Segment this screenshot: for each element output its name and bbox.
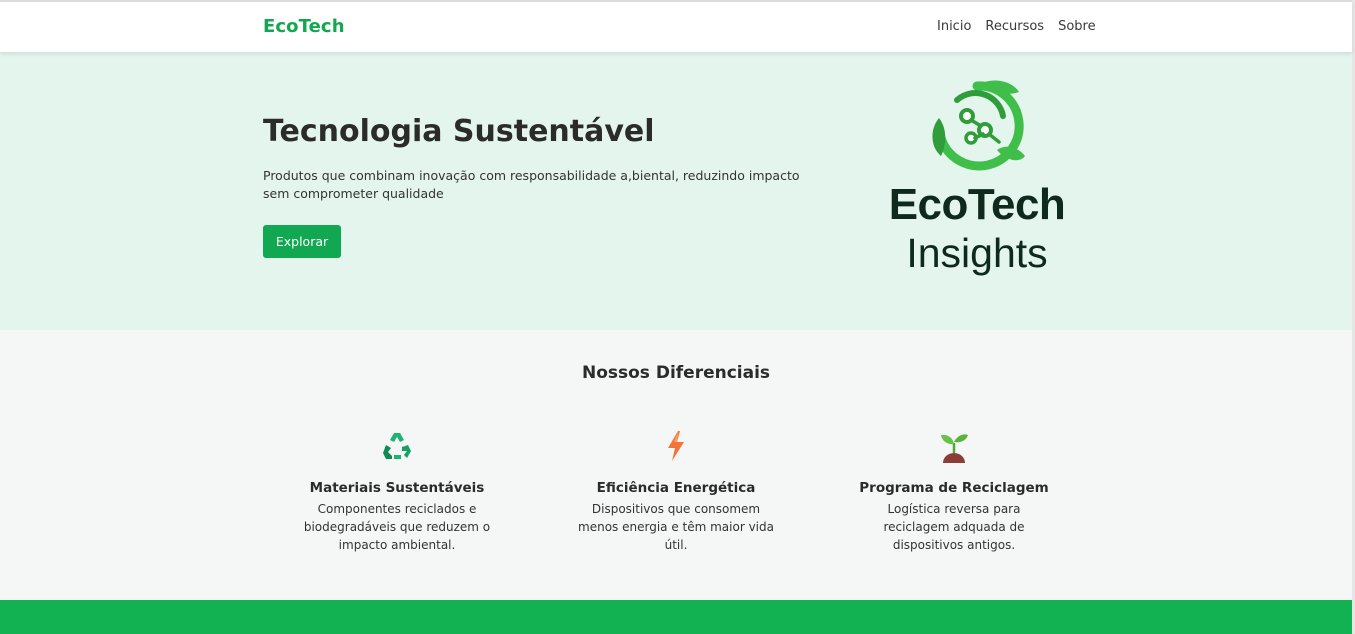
section-title: Nossos Diferenciais xyxy=(581,363,771,383)
nav-links: Inicio Recursos Sobre xyxy=(937,19,1096,34)
logo-wordmark-ecotech: EcoTech xyxy=(888,180,1066,229)
footer xyxy=(0,600,1352,634)
hero-title: Tecnologia Sustentável xyxy=(263,114,655,149)
logo-wordmark-insights: Insights xyxy=(906,230,1048,276)
feature-card-recycling-program: Programa de Reciclagem Logística reversa… xyxy=(834,429,1074,554)
feature-card-energy: Eficiência Energética Dispositivos que c… xyxy=(556,429,796,554)
navbar: EcoTech Inicio Recursos Sobre xyxy=(0,2,1352,52)
hero-section: Tecnologia Sustentável Produtos que comb… xyxy=(0,52,1352,330)
feature-description: Dispositivos que consomem menos energia … xyxy=(578,502,774,552)
feature-title: Eficiência Energética xyxy=(596,480,756,496)
explore-button[interactable]: Explorar xyxy=(263,225,341,258)
circuit-leaf-icon xyxy=(932,80,1025,171)
feature-description: Componentes reciclados e biodegradáveis … xyxy=(303,502,491,552)
feature-card-materials: Materiais Sustentáveis Componentes recic… xyxy=(277,429,517,554)
feature-title: Programa de Reciclagem xyxy=(859,480,1049,496)
feature-title: Materiais Sustentáveis xyxy=(309,480,485,496)
lightning-icon xyxy=(668,431,684,461)
nav-link-sobre[interactable]: Sobre xyxy=(1058,19,1096,34)
recycle-icon xyxy=(383,433,411,459)
nav-link-inicio[interactable]: Inicio xyxy=(937,19,971,34)
hero-description: Produtos que combinam inovação com respo… xyxy=(263,168,800,201)
brand-logo[interactable]: EcoTech xyxy=(263,16,345,37)
hero-logo: EcoTech Insights xyxy=(872,76,1082,286)
features-section: Nossos Diferenciais Materiais Sustentáve… xyxy=(0,330,1352,600)
feature-description: Logística reversa para reciclagem adquad… xyxy=(883,502,1025,552)
seedling-icon xyxy=(941,434,968,463)
nav-link-recursos[interactable]: Recursos xyxy=(985,19,1044,34)
